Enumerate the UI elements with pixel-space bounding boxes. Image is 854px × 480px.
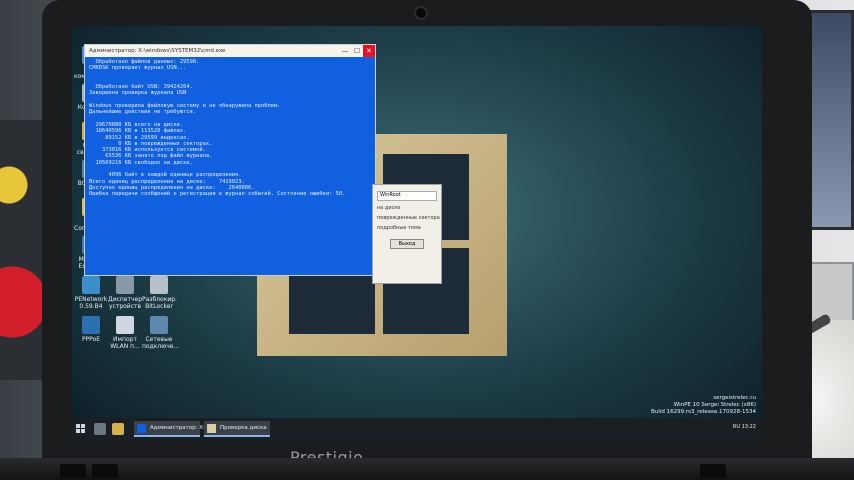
chkdsk-dialog[interactable]: WinRoot на диске поврежденные сектора подр…: [372, 184, 442, 284]
exit-button[interactable]: Выход: [390, 239, 424, 249]
minimize-button[interactable]: —: [339, 47, 351, 55]
taskbar-item-chkdsk[interactable]: Проверка диска: [204, 421, 270, 437]
key: [60, 464, 86, 478]
desktop-icon-label: Импорт WLAN п...: [110, 336, 140, 350]
app-icon: [116, 316, 134, 334]
drive-select[interactable]: WinRoot: [377, 191, 437, 201]
cmd-output[interactable]: Обработано файлов данных: 29598. CHKDSK п…: [85, 57, 375, 277]
key: [700, 464, 726, 478]
desktop-icon-label: PPPoE: [81, 336, 101, 343]
dialog-option[interactable]: на диске: [373, 203, 441, 213]
language-indicator: RU: [732, 424, 740, 430]
taskbar: Администратор: X:\windows\... Проверка д…: [72, 418, 762, 442]
desktop-icon[interactable]: Импорт WLAN п...: [108, 316, 142, 350]
dialog-option[interactable]: поврежденные сектора: [373, 213, 441, 223]
dialog-option[interactable]: подробные тома: [373, 223, 441, 233]
cmd-title: Администратор: X:\windows\SYSTEM32\cmd.e…: [89, 48, 226, 54]
webcam: [414, 6, 428, 20]
dialog-options: на диске поврежденные сектора подробные то…: [373, 203, 441, 233]
desktop-icon-label: Разблокир. BitLocker: [142, 296, 177, 310]
explorer-icon[interactable]: [112, 423, 124, 435]
app-icon: [82, 276, 100, 294]
key: [92, 464, 118, 478]
close-button[interactable]: ✕: [363, 45, 375, 57]
clock: 13:22: [741, 424, 756, 430]
taskbar-item-chkdsk-label: Проверка диска: [220, 425, 267, 431]
desktop-icon-label: Сетевые подключе...: [142, 336, 180, 350]
app-icon: [116, 276, 134, 294]
desktop-icon[interactable]: Сетевые подключе...: [142, 316, 180, 350]
desktop-icon[interactable]: Разблокир. BitLocker: [142, 276, 177, 310]
desktop-icon-label: Диспетчер устройств: [108, 296, 143, 310]
system-tray[interactable]: RU 13:22: [733, 424, 756, 430]
watermark-line: WinPE 10 Sergei Strelec (x86): [673, 402, 756, 408]
desktop-icon[interactable]: PPPoE: [74, 316, 108, 343]
cmd-window[interactable]: Администратор: X:\windows\SYSTEM32\cmd.e…: [84, 44, 376, 276]
app-icon: [150, 316, 168, 334]
laptop-screen: Этот компьютерКорзинаСист. свойстваBOOTI…: [72, 26, 762, 442]
desktop-icon-label: PENetwork 0.59.B4: [74, 296, 108, 310]
search-icon[interactable]: [94, 423, 106, 435]
watermark-line: Build 16299.rs3_release.170928-1534: [651, 409, 756, 415]
start-button[interactable]: [76, 424, 86, 434]
desktop-icon[interactable]: Диспетчер устройств: [108, 276, 142, 310]
app-icon: [150, 276, 168, 294]
maximize-button[interactable]: ☐: [351, 47, 363, 55]
watermark-line: sergeistrelec.ru: [713, 395, 756, 401]
cmd-line: Ошибка передачи сообщений о регистрации …: [89, 191, 346, 198]
winpe-watermark: sergeistrelec.ru WinPE 10 Sergei Strelec …: [651, 395, 756, 416]
desktop-icon[interactable]: PENetwork 0.59.B4: [74, 276, 108, 310]
taskbar-item-cmd[interactable]: Администратор: X:\windows\...: [134, 421, 238, 437]
app-icon: [82, 316, 100, 334]
cmd-titlebar[interactable]: Администратор: X:\windows\SYSTEM32\cmd.e…: [85, 45, 375, 57]
